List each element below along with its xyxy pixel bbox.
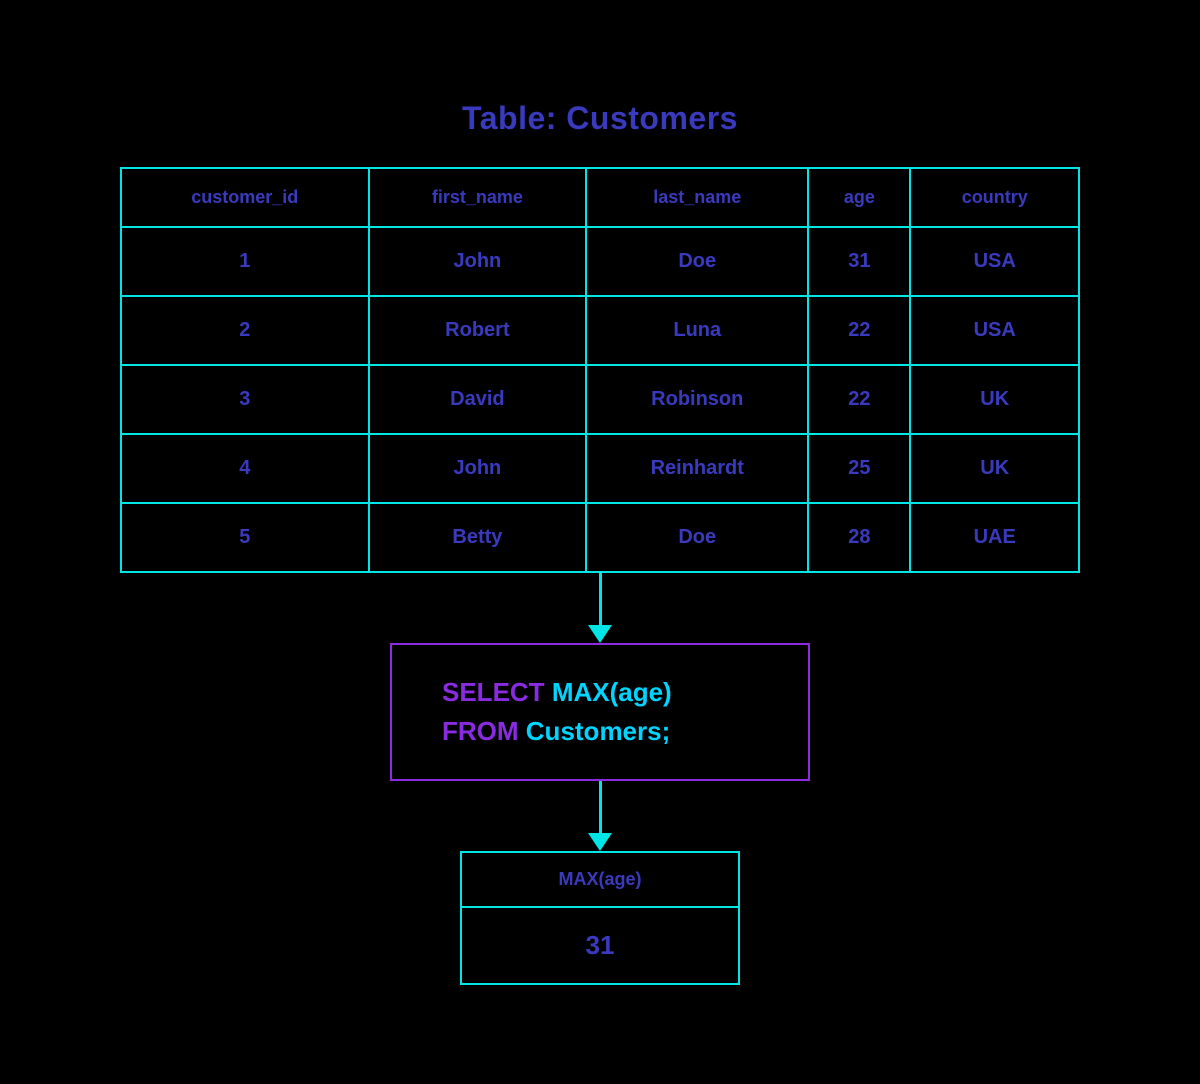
cell-first_name: John: [369, 434, 587, 503]
result-value: 31: [462, 908, 738, 983]
table-row: 4JohnReinhardt25UK: [122, 434, 1078, 503]
cell-last_name: Doe: [586, 227, 808, 296]
customers-table: customer_id first_name last_name age cou…: [122, 169, 1078, 571]
arrow-to-result: [588, 781, 612, 851]
cell-country: UAE: [910, 503, 1078, 571]
arrow-line-1: [599, 573, 602, 625]
cell-age: 25: [808, 434, 910, 503]
cell-age: 22: [808, 296, 910, 365]
table-row: 3DavidRobinson22UK: [122, 365, 1078, 434]
cell-customer_id: 2: [122, 296, 369, 365]
cell-first_name: John: [369, 227, 587, 296]
cell-customer_id: 5: [122, 503, 369, 571]
arrow-to-sql: [588, 573, 612, 643]
table-row: 2RobertLuna22USA: [122, 296, 1078, 365]
cell-age: 31: [808, 227, 910, 296]
cell-last_name: Reinhardt: [586, 434, 808, 503]
sql-table-name: Customers;: [519, 716, 671, 746]
arrow-line-2: [599, 781, 602, 833]
cell-age: 28: [808, 503, 910, 571]
cell-first_name: Betty: [369, 503, 587, 571]
col-header-age: age: [808, 169, 910, 227]
cell-age: 22: [808, 365, 910, 434]
cell-country: USA: [910, 296, 1078, 365]
cell-customer_id: 4: [122, 434, 369, 503]
col-header-country: country: [910, 169, 1078, 227]
cell-last_name: Doe: [586, 503, 808, 571]
cell-first_name: Robert: [369, 296, 587, 365]
main-container: Table: Customers customer_id first_name …: [0, 60, 1200, 1025]
sql-box: SELECT MAX(age) FROM Customers;: [390, 643, 810, 781]
sql-keyword-from: FROM: [442, 716, 519, 746]
cell-country: USA: [910, 227, 1078, 296]
col-header-last-name: last_name: [586, 169, 808, 227]
page-title: Table: Customers: [462, 100, 738, 137]
cell-last_name: Luna: [586, 296, 808, 365]
result-header: MAX(age): [462, 853, 738, 908]
sql-keyword-select: SELECT: [442, 677, 545, 707]
result-table-wrapper: MAX(age) 31: [460, 851, 740, 985]
sql-func-max: MAX(age): [545, 677, 672, 707]
table-header-row: customer_id first_name last_name age cou…: [122, 169, 1078, 227]
cell-customer_id: 1: [122, 227, 369, 296]
cell-country: UK: [910, 434, 1078, 503]
customers-table-wrapper: customer_id first_name last_name age cou…: [120, 167, 1080, 573]
arrow-head-2: [588, 833, 612, 851]
table-row: 5BettyDoe28UAE: [122, 503, 1078, 571]
cell-country: UK: [910, 365, 1078, 434]
arrow-head-1: [588, 625, 612, 643]
table-row: 1JohnDoe31USA: [122, 227, 1078, 296]
cell-first_name: David: [369, 365, 587, 434]
col-header-customer-id: customer_id: [122, 169, 369, 227]
cell-customer_id: 3: [122, 365, 369, 434]
sql-text: SELECT MAX(age) FROM Customers;: [442, 673, 758, 751]
cell-last_name: Robinson: [586, 365, 808, 434]
col-header-first-name: first_name: [369, 169, 587, 227]
